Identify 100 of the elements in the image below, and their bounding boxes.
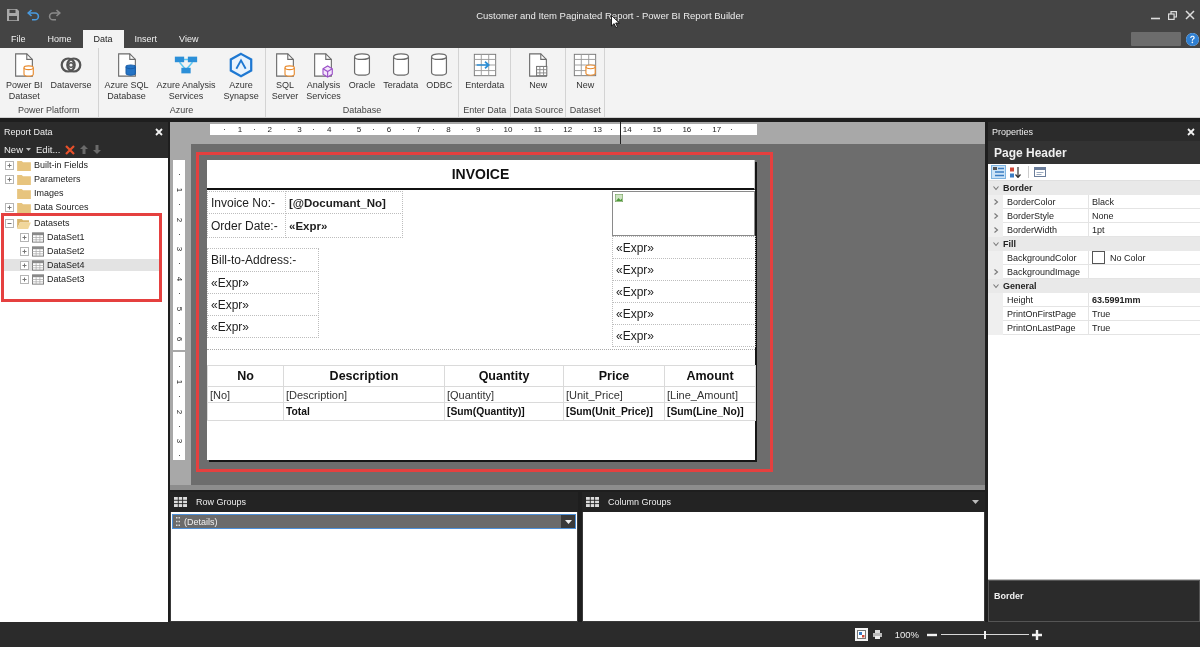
ribbon-tab[interactable]: Insert <box>123 30 169 48</box>
window-icon[interactable] <box>1034 167 1046 177</box>
dropdown-button[interactable] <box>561 515 575 528</box>
ruler-number: 5 <box>355 124 363 135</box>
ribbon-button[interactable]: ODBC <box>422 51 457 91</box>
chevron-right-icon[interactable] <box>992 213 999 219</box>
tree-item[interactable]: Images <box>0 187 168 199</box>
tree-item[interactable]: DataSet3 <box>4 273 159 285</box>
zoom-in-icon[interactable] <box>1032 629 1042 640</box>
ribbon-button[interactable]: New <box>521 51 556 91</box>
property-value[interactable]: None <box>1089 209 1200 223</box>
image-placeholder[interactable] <box>612 191 755 236</box>
tree-item[interactable]: Parameters <box>0 173 168 185</box>
expand-icon[interactable] <box>20 274 29 284</box>
ribbon-button[interactable]: SQL Server <box>267 51 303 101</box>
help-icon[interactable] <box>1186 32 1199 46</box>
table-header-cell[interactable]: Amount <box>664 365 756 387</box>
table-icon <box>32 245 44 257</box>
property-category[interactable]: General <box>988 279 1200 293</box>
printer-icon <box>872 630 882 639</box>
report-title[interactable]: INVOICE <box>207 160 755 190</box>
ribbon-button[interactable]: Power BI Dataset <box>2 51 47 101</box>
ribbon-button[interactable]: Azure SQL Database <box>100 51 153 101</box>
expand-icon[interactable] <box>20 232 29 242</box>
ribbon-button[interactable]: Enterdata <box>461 51 509 91</box>
table-cell[interactable] <box>207 402 284 421</box>
ruler-number: 2 <box>266 124 273 135</box>
chevron-right-icon[interactable] <box>992 269 999 275</box>
property-value[interactable]: 63.5991mm <box>1089 293 1200 307</box>
horizontal-scrollbar[interactable] <box>170 485 985 490</box>
design-view-button[interactable] <box>854 628 868 641</box>
chevron-down-icon[interactable] <box>992 283 999 289</box>
tree-item[interactable]: DataSet1 <box>4 231 159 243</box>
expression-textbox[interactable]: «Expr» <box>207 315 319 338</box>
expression-textbox[interactable]: «Expr» <box>207 293 319 316</box>
table-header-cell[interactable]: No <box>207 365 284 387</box>
restore-icon[interactable] <box>1168 10 1177 20</box>
caret-icon[interactable] <box>972 500 979 504</box>
new-button[interactable]: New <box>4 144 31 155</box>
tree-item[interactable]: DataSet4 <box>4 259 159 271</box>
ribbon-tab[interactable]: Data <box>82 30 124 48</box>
value-textbox[interactable]: «Expr» <box>285 213 403 238</box>
label-textbox[interactable]: Bill-to-Address:- <box>207 248 319 272</box>
label-textbox[interactable]: Order Date:- <box>207 213 286 238</box>
group-item[interactable]: (Details) <box>172 514 576 529</box>
view-button[interactable] <box>991 165 1006 179</box>
property-value[interactable]: No Color <box>1089 251 1200 265</box>
label-textbox[interactable]: Invoice No:- <box>207 191 286 214</box>
expand-icon[interactable] <box>5 202 14 212</box>
property-category[interactable]: Border <box>988 181 1200 195</box>
delete-icon[interactable] <box>65 144 76 155</box>
property-category[interactable]: Fill <box>988 237 1200 251</box>
ruler-number: 10 <box>502 124 514 135</box>
ribbon-button[interactable]: Dataverse <box>46 51 96 91</box>
ribbon-button[interactable]: Azure Analysis Services <box>152 51 220 101</box>
edit-button[interactable]: Edit... <box>36 144 61 155</box>
ribbon-button[interactable]: Teradata <box>379 51 423 91</box>
undo-icon[interactable] <box>27 9 40 21</box>
property-value[interactable]: Black <box>1089 195 1200 209</box>
ribbon-tab[interactable]: Home <box>36 30 83 48</box>
ribbon-button[interactable]: New <box>568 51 603 91</box>
chevron-down-icon[interactable] <box>992 185 999 191</box>
folder-icon <box>17 201 31 213</box>
expand-icon[interactable] <box>5 160 14 170</box>
expression-textbox[interactable]: «Expr» <box>612 324 756 347</box>
property-name: Height <box>1003 293 1089 307</box>
expression-textbox[interactable]: «Expr» <box>612 258 756 281</box>
expand-icon[interactable] <box>20 260 29 270</box>
expand-icon[interactable] <box>5 174 14 184</box>
tree-item[interactable]: DataSet2 <box>4 245 159 257</box>
object-title: Page Header <box>988 141 1200 164</box>
expression-textbox[interactable]: «Expr» <box>207 271 319 294</box>
close-icon[interactable] <box>1185 10 1195 20</box>
value-textbox[interactable]: [@Documant_No] <box>285 191 403 214</box>
tree-item[interactable]: Data Sources <box>0 201 168 213</box>
table-cell[interactable]: [Sum(Line_No)] <box>664 402 756 421</box>
table-icon <box>32 273 44 285</box>
table-cell[interactable]: [Line_Amount] <box>664 386 756 403</box>
ribbon-button[interactable]: Oracle <box>344 51 380 91</box>
group-label: Dataset <box>569 104 601 116</box>
ribbon-tab[interactable]: View <box>168 30 210 48</box>
property-value[interactable]: True <box>1089 307 1200 321</box>
tree-item[interactable]: Datasets <box>4 217 159 229</box>
chevron-right-icon[interactable] <box>992 227 999 233</box>
collapse-icon[interactable] <box>5 218 14 228</box>
preview-view-button[interactable] <box>870 628 884 641</box>
ribbon-button[interactable]: Analysis Services <box>302 51 345 101</box>
expression-textbox[interactable]: «Expr» <box>612 302 756 325</box>
expression-textbox[interactable]: «Expr» <box>612 236 756 259</box>
save-icon[interactable] <box>7 9 19 21</box>
ruler-number: 4 <box>175 277 183 282</box>
ribbon-tab[interactable]: File <box>0 30 37 48</box>
expand-icon[interactable] <box>20 246 29 256</box>
ribbon-button[interactable]: Azure Synapse <box>219 51 263 101</box>
ruler-number: 3 <box>175 247 183 252</box>
chevron-right-icon[interactable] <box>992 199 999 205</box>
expression-textbox[interactable]: «Expr» <box>612 280 756 303</box>
tree-item[interactable]: Built-in Fields <box>0 159 168 171</box>
chevron-down-icon[interactable] <box>992 241 999 247</box>
view-button[interactable] <box>1008 165 1023 179</box>
